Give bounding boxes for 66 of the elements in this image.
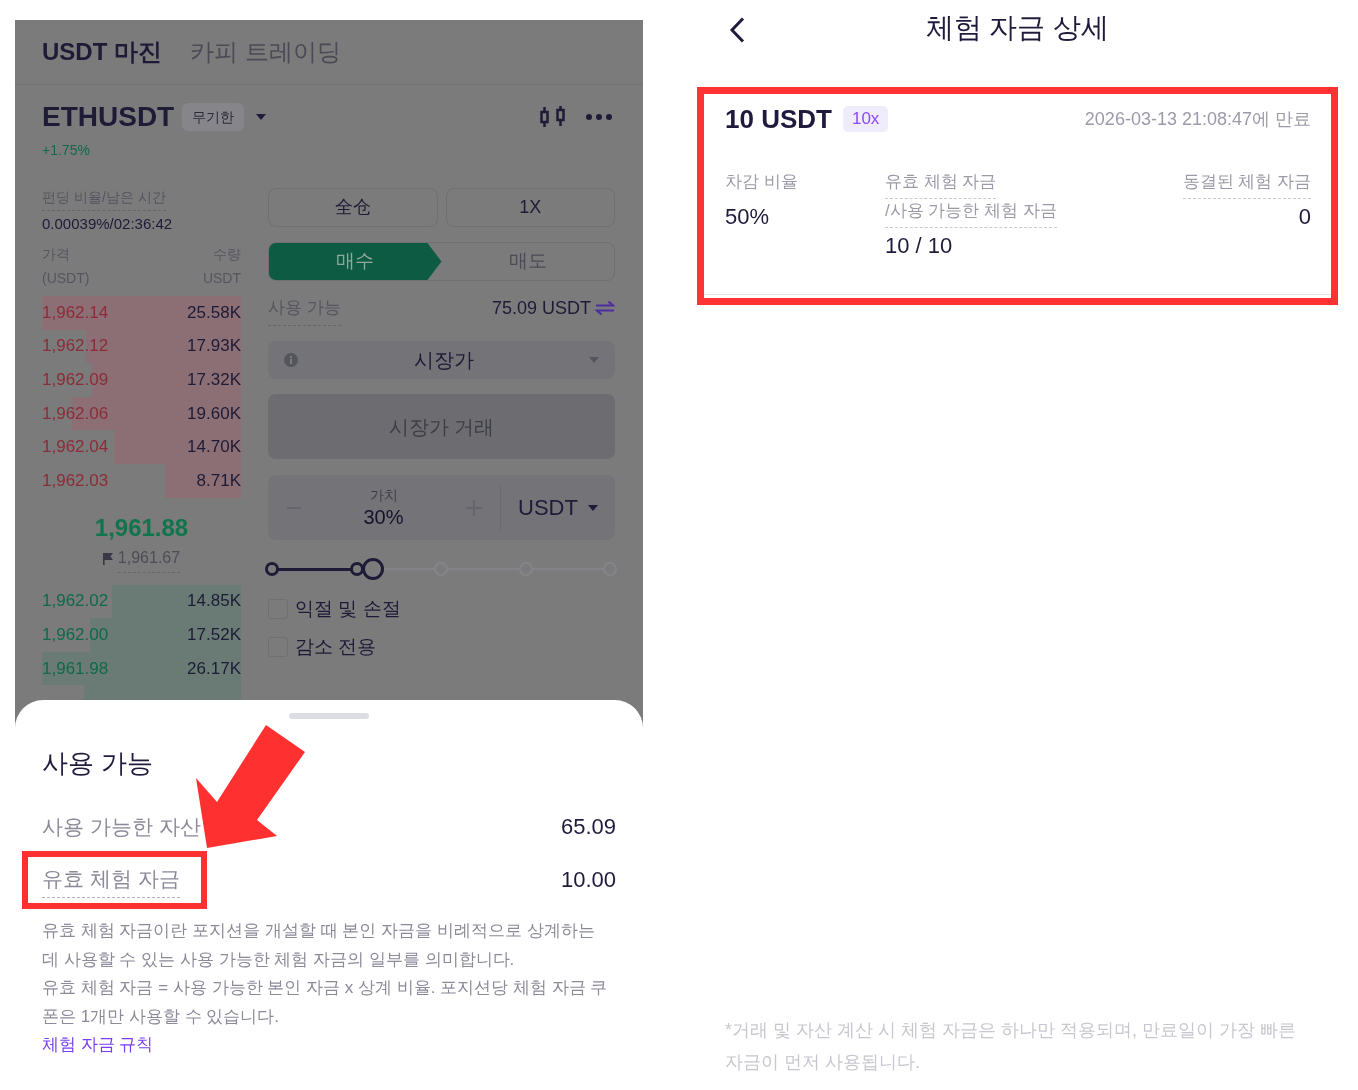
footnote-text: *거래 및 자산 계산 시 체험 자금은 하나만 적용되며, 만료일이 가장 빠른 자금이 먼저 사용됩니다. — [724, 1019, 1298, 1074]
bid-price[interactable]: 1,961.98 — [42, 657, 109, 680]
checkbox-label[interactable]: 감소 전용 — [295, 636, 377, 658]
info-icon[interactable] — [284, 353, 298, 367]
caret-icon — [589, 357, 599, 363]
ask-quantity: 17.93K — [187, 335, 241, 358]
stat-label: 차감 비율 — [725, 171, 798, 193]
caret-icon[interactable] — [256, 114, 267, 120]
sheet-title: 사용 가능 — [42, 747, 155, 780]
expiry-text: 2026-03-13 21:08:47에 만료 — [1084, 108, 1311, 131]
fund-amount: 10 USDT — [725, 103, 832, 135]
funding-value: 0.00039%/02:36:42 — [42, 214, 174, 234]
side-tab[interactable]: 매수 — [269, 243, 442, 280]
row-value: 65.09 — [560, 813, 616, 841]
ask-price[interactable]: 1,962.04 — [42, 436, 109, 459]
slider-stop[interactable] — [265, 562, 279, 576]
ask-quantity: 8.71K — [196, 469, 241, 492]
tab[interactable]: USDT 마진 — [42, 37, 162, 67]
bid-quantity: 17.52K — [187, 623, 241, 646]
back-icon[interactable] — [729, 17, 745, 43]
contract-badge: 무기한 — [182, 103, 245, 131]
description-text: 유효 체험 자금 = 사용 가능한 본인 자금 x 상계 비율. 포지션당 체험 자금 쿠폰은 1개만 사용할 수 있습니다. — [42, 977, 609, 1028]
bid-quantity: 14.85K — [187, 590, 241, 613]
row-label: 사용 가능한 자산 — [42, 814, 201, 840]
more-icon[interactable] — [586, 114, 612, 120]
description-text: 유효 체험 자금이란 포지션을 개설할 때 본인 자금을 비례적으로 상계하는 데 사용할 수 있는 사용 가능한 체험 자금의 일부를 의미합니다. — [42, 920, 596, 971]
ask-price[interactable]: 1,962.09 — [42, 369, 109, 391]
flag-icon — [102, 552, 113, 565]
multiplier-badge: 10x — [842, 106, 889, 132]
ask-price[interactable]: 1,962.06 — [42, 402, 109, 425]
stat-value: 0 — [1298, 203, 1311, 231]
caret-icon — [587, 504, 598, 511]
checkbox-label[interactable]: 익절 및 손절 — [295, 598, 401, 620]
stat-label[interactable]: /사용 가능한 체험 자금 — [885, 199, 1057, 228]
ask-quantity: 17.32K — [187, 369, 241, 391]
bid-price[interactable]: 1,962.02 — [42, 590, 109, 613]
margin-mode-button[interactable]: 全仓 — [268, 188, 438, 227]
rules-link[interactable]: 체험 자금 규칙 — [42, 1031, 154, 1060]
page-title: 체험 자금 상세 — [925, 11, 1110, 45]
bid-quantity: 26.17K — [187, 657, 241, 680]
order-type-dropdown[interactable]: 시장가 — [268, 341, 615, 379]
ask-price[interactable]: 1,962.03 — [42, 469, 109, 492]
symbol-name[interactable]: ETHUSDT — [42, 100, 175, 134]
stat-label[interactable]: 유효 체험 자금 — [885, 170, 997, 199]
ask-price[interactable]: 1,962.12 — [42, 335, 109, 358]
row-value: 10.00 — [560, 866, 616, 894]
unit-selector[interactable]: USDT — [501, 491, 615, 524]
drag-handle[interactable] — [289, 713, 369, 719]
ask-price[interactable]: 1,962.14 — [42, 301, 109, 324]
stat-label[interactable]: 동결된 체험 자금 — [1182, 170, 1311, 199]
stat-value: 10 / 10 — [885, 232, 953, 260]
stat-value: 50% — [725, 203, 770, 231]
price-change: +1.75% — [42, 142, 90, 158]
candlestick-chart-icon[interactable] — [540, 106, 566, 128]
slider-stop[interactable] — [349, 562, 364, 576]
swap-icon[interactable] — [595, 301, 615, 315]
ask-quantity: 14.70K — [187, 436, 241, 459]
ask-quantity: 19.60K — [187, 402, 241, 425]
bid-price[interactable]: 1,962.00 — [42, 623, 109, 646]
ask-quantity: 25.58K — [187, 301, 241, 324]
leverage-button[interactable]: 1X — [445, 188, 615, 227]
row-label[interactable]: 유효 체험 자금 — [42, 864, 180, 898]
amount-value: 30% — [363, 504, 404, 530]
available-value: 75.09 USDT — [491, 297, 591, 320]
last-price: 1,961.88 — [94, 512, 189, 543]
slider-thumb[interactable] — [362, 558, 385, 580]
